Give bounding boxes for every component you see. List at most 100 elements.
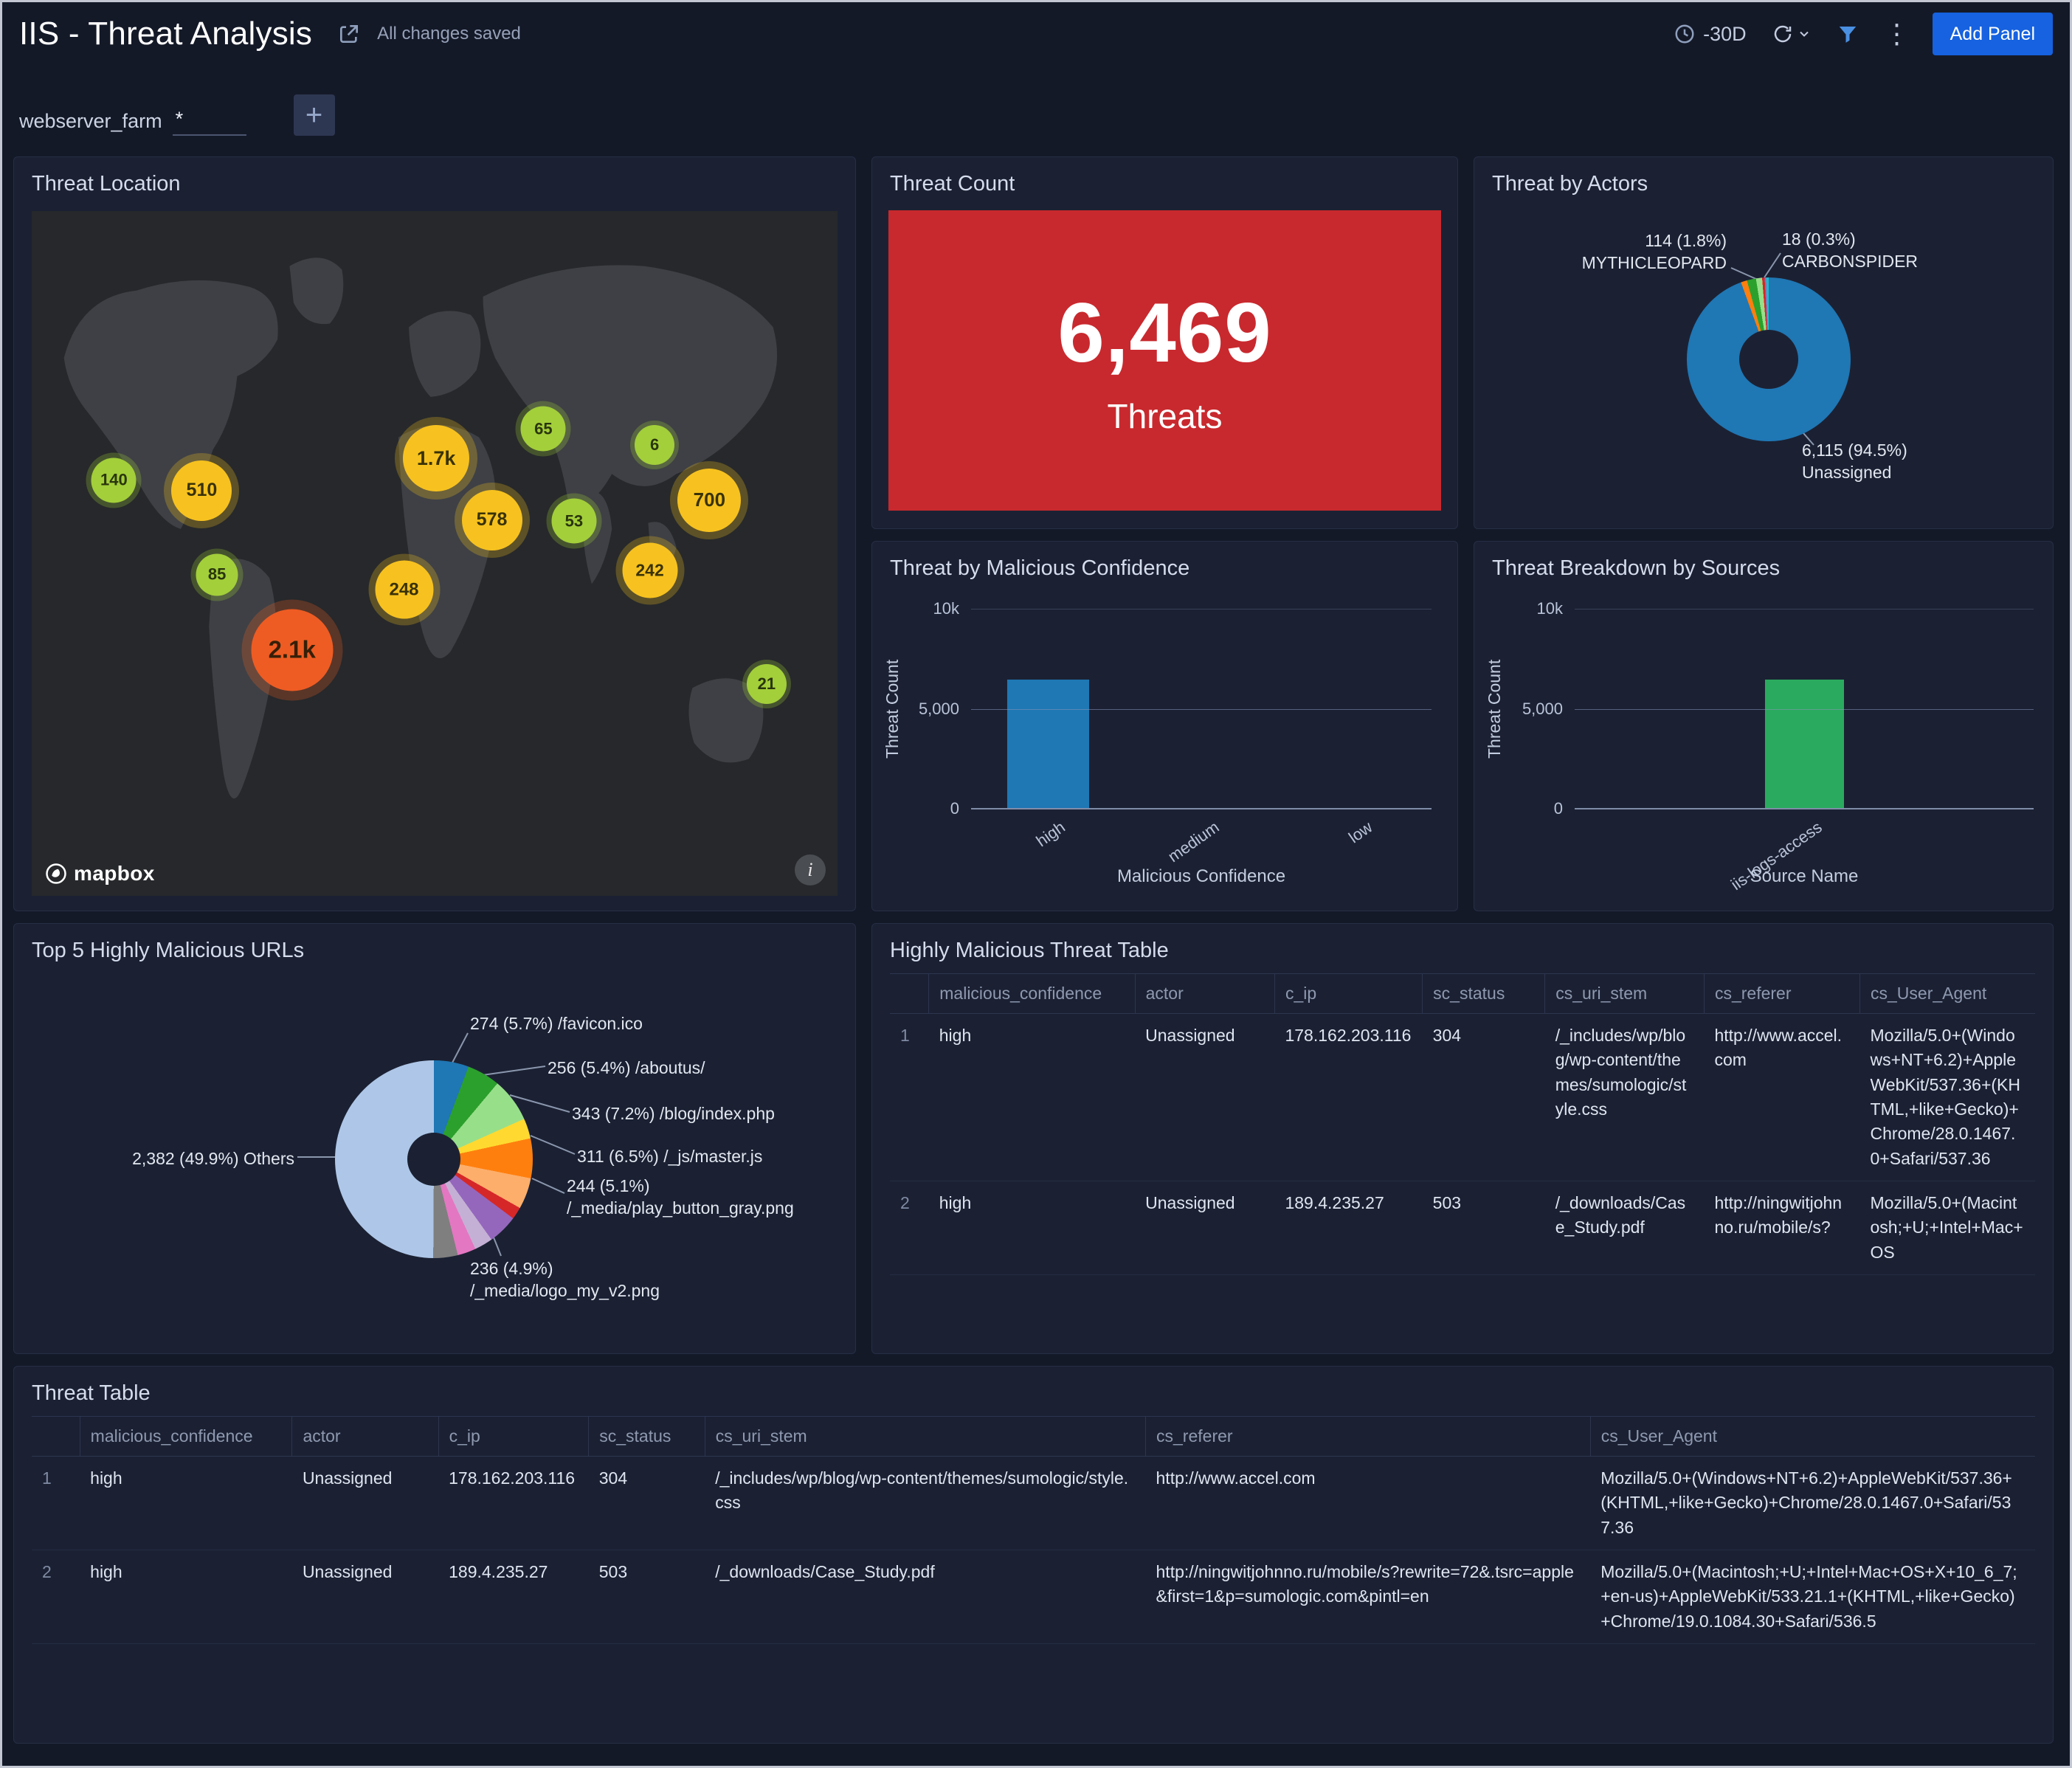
refresh-button[interactable]: [1772, 23, 1812, 45]
map-bubble[interactable]: 140: [91, 457, 137, 503]
map-bubble[interactable]: 53: [551, 498, 597, 544]
table-row[interactable]: 2 high Unassigned 189.4.235.27 503 /_download…: [890, 1181, 2035, 1275]
table-cell: Mozilla/5.0+(Windows+NT+6.2)+AppleWebKit…: [1600, 1468, 2012, 1537]
chevron-down-icon: [1797, 27, 1812, 41]
panel-top-5-highly-malicious-urls: Top 5 Highly Malicious URLs 274 (5.7%) /…: [13, 923, 856, 1354]
table-cell: high: [90, 1468, 122, 1488]
table-row[interactable]: 1 high Unassigned 178.162.203.116 304 /_inclu…: [890, 1014, 2035, 1181]
dashboard-header: IIS - Threat Analysis All changes saved …: [0, 0, 2072, 68]
pie-slice-label: 274 (5.7%) /favicon.ico: [470, 1014, 643, 1033]
clock-icon: [1674, 23, 1696, 45]
table-cell: 178.162.203.116: [449, 1468, 576, 1488]
threat-count-tile[interactable]: 6,469 Threats: [888, 210, 1441, 511]
map-bubble[interactable]: 65: [520, 406, 566, 452]
add-panel-button[interactable]: Add Panel: [1932, 13, 2053, 55]
column-header[interactable]: c_ip: [438, 1416, 589, 1457]
table-cell: 304: [1432, 1026, 1462, 1045]
map-info-button[interactable]: i: [795, 854, 826, 885]
row-index-header: [890, 973, 929, 1014]
refresh-icon: [1772, 23, 1794, 45]
table-row[interactable]: 2 high Unassigned 189.4.235.27 503 /_download…: [32, 1550, 2035, 1644]
column-header[interactable]: malicious_confidence: [928, 973, 1136, 1014]
row-index-header: [32, 1416, 80, 1457]
table-cell: Unassigned: [302, 1562, 393, 1582]
pie-slice-label: 2,382 (49.9%) Others: [132, 1149, 294, 1168]
column-header[interactable]: cs_uri_stem: [1544, 973, 1705, 1014]
table-cell: /_includes/wp/blog/wp-content/themes/sum…: [715, 1468, 1129, 1513]
table-cell: 503: [598, 1562, 628, 1582]
share-icon[interactable]: [337, 22, 361, 46]
panel-threat-count: Threat Count 6,469 Threats: [871, 156, 1458, 529]
actors-donut[interactable]: [1687, 277, 1851, 441]
map-bubble[interactable]: 6: [635, 425, 675, 466]
column-header[interactable]: sc_status: [1422, 973, 1545, 1014]
map-bubble[interactable]: 700: [677, 468, 742, 532]
column-header[interactable]: c_ip: [1274, 973, 1423, 1014]
pie-slice-label: 18 (0.3%) CARBONSPIDER: [1782, 229, 1919, 272]
map-bubble[interactable]: 248: [375, 560, 433, 619]
panel-threat-breakdown-by-sources: Threat Breakdown by Sources Threat Count…: [1474, 541, 2054, 911]
filter-value-input[interactable]: *: [172, 108, 246, 136]
threat-table: malicious_confidence actor c_ip sc_status cs…: [32, 1416, 2035, 1644]
column-header[interactable]: cs_User_Agent: [1859, 973, 2035, 1014]
map-bubble[interactable]: 578: [461, 489, 522, 550]
table-cell: 178.162.203.116: [1285, 1026, 1412, 1045]
panel-title: Highly Malicious Threat Table: [890, 939, 1169, 962]
table-cell: Unassigned: [302, 1468, 393, 1488]
filter-icon[interactable]: [1837, 23, 1859, 45]
filter-name-label: webserver_farm: [19, 110, 162, 132]
column-header[interactable]: malicious_confidence: [79, 1416, 292, 1457]
column-header[interactable]: cs_uri_stem: [704, 1416, 1146, 1457]
panel-highly-malicious-threat-table: Highly Malicious Threat Table malicious_…: [871, 923, 2054, 1354]
dashboard-grid: Threat Location mapbox i 140 510 85 2.1k…: [0, 156, 2072, 1744]
table-row[interactable]: 1 high Unassigned 178.162.203.116 304 /_inclu…: [32, 1457, 2035, 1550]
y-tick-label: 5,000: [918, 699, 959, 718]
table-cell: high: [90, 1562, 122, 1582]
gridline: [1575, 808, 2034, 809]
map-bubble[interactable]: 1.7k: [403, 425, 470, 491]
panel-threat-by-malicious-confidence: Threat by Malicious Confidence Threat Co…: [871, 541, 1458, 911]
map-bubble[interactable]: 85: [196, 553, 238, 596]
bar[interactable]: [1765, 680, 1844, 809]
threat-map[interactable]: mapbox i 140 510 85 2.1k 248 1.7k 578 65 53 6 700 2…: [32, 211, 838, 896]
x-tick-label: high: [1032, 818, 1069, 851]
x-axis-label: Malicious Confidence: [1116, 866, 1286, 886]
y-tick-label: 10k: [933, 599, 959, 618]
pie-slice-label: 236 (4.9%) /_media/logo_my_v2.png: [470, 1259, 660, 1301]
column-header[interactable]: actor: [1134, 973, 1275, 1014]
table-cell: Mozilla/5.0+(Macintosh;+U;+Intel+Mac+OS: [1870, 1193, 2023, 1262]
time-range-button[interactable]: -30D: [1674, 23, 1747, 46]
table-cell: high: [939, 1193, 972, 1213]
pie-slice-label: 311 (6.5%) /_js/master.js: [577, 1147, 763, 1166]
column-header[interactable]: actor: [291, 1416, 439, 1457]
panel-title: Threat Table: [32, 1381, 151, 1405]
mapbox-label: mapbox: [74, 862, 155, 885]
mapbox-logo[interactable]: mapbox: [45, 862, 155, 885]
panel-title: Threat Location: [32, 172, 181, 196]
column-header[interactable]: cs_referer: [1145, 1416, 1591, 1457]
table-cell: http://ningwitjohnno.ru/mobile/s?rewrite…: [1156, 1562, 1574, 1606]
map-bubble[interactable]: 2.1k: [251, 609, 334, 691]
bar[interactable]: [1007, 680, 1089, 809]
x-tick-label: low: [1344, 818, 1376, 847]
map-bubble[interactable]: 21: [746, 664, 787, 705]
column-header[interactable]: cs_referer: [1703, 973, 1860, 1014]
world-map: [32, 211, 838, 896]
page-title: IIS - Threat Analysis: [19, 15, 313, 52]
gridline: [971, 808, 1432, 809]
column-header[interactable]: sc_status: [588, 1416, 705, 1457]
table-cell: /_downloads/Case_Study.pdf: [715, 1562, 935, 1582]
map-bubble[interactable]: 510: [171, 460, 232, 521]
row-index: 2: [42, 1562, 52, 1582]
map-bubble[interactable]: 242: [622, 542, 678, 598]
filter-bar: webserver_farm * +: [0, 68, 2072, 156]
urls-donut[interactable]: [335, 1060, 533, 1258]
x-axis-label: Source Name: [1750, 866, 1859, 886]
panel-title: Threat Count: [890, 172, 1015, 196]
table-cell: http://www.accel.com: [1156, 1468, 1316, 1488]
gridline: [971, 609, 1432, 610]
add-filter-button[interactable]: +: [293, 94, 335, 136]
column-header[interactable]: cs_User_Agent: [1589, 1416, 2035, 1457]
more-menu-button[interactable]: ⋮: [1884, 21, 1910, 47]
gridline: [1575, 708, 2034, 710]
